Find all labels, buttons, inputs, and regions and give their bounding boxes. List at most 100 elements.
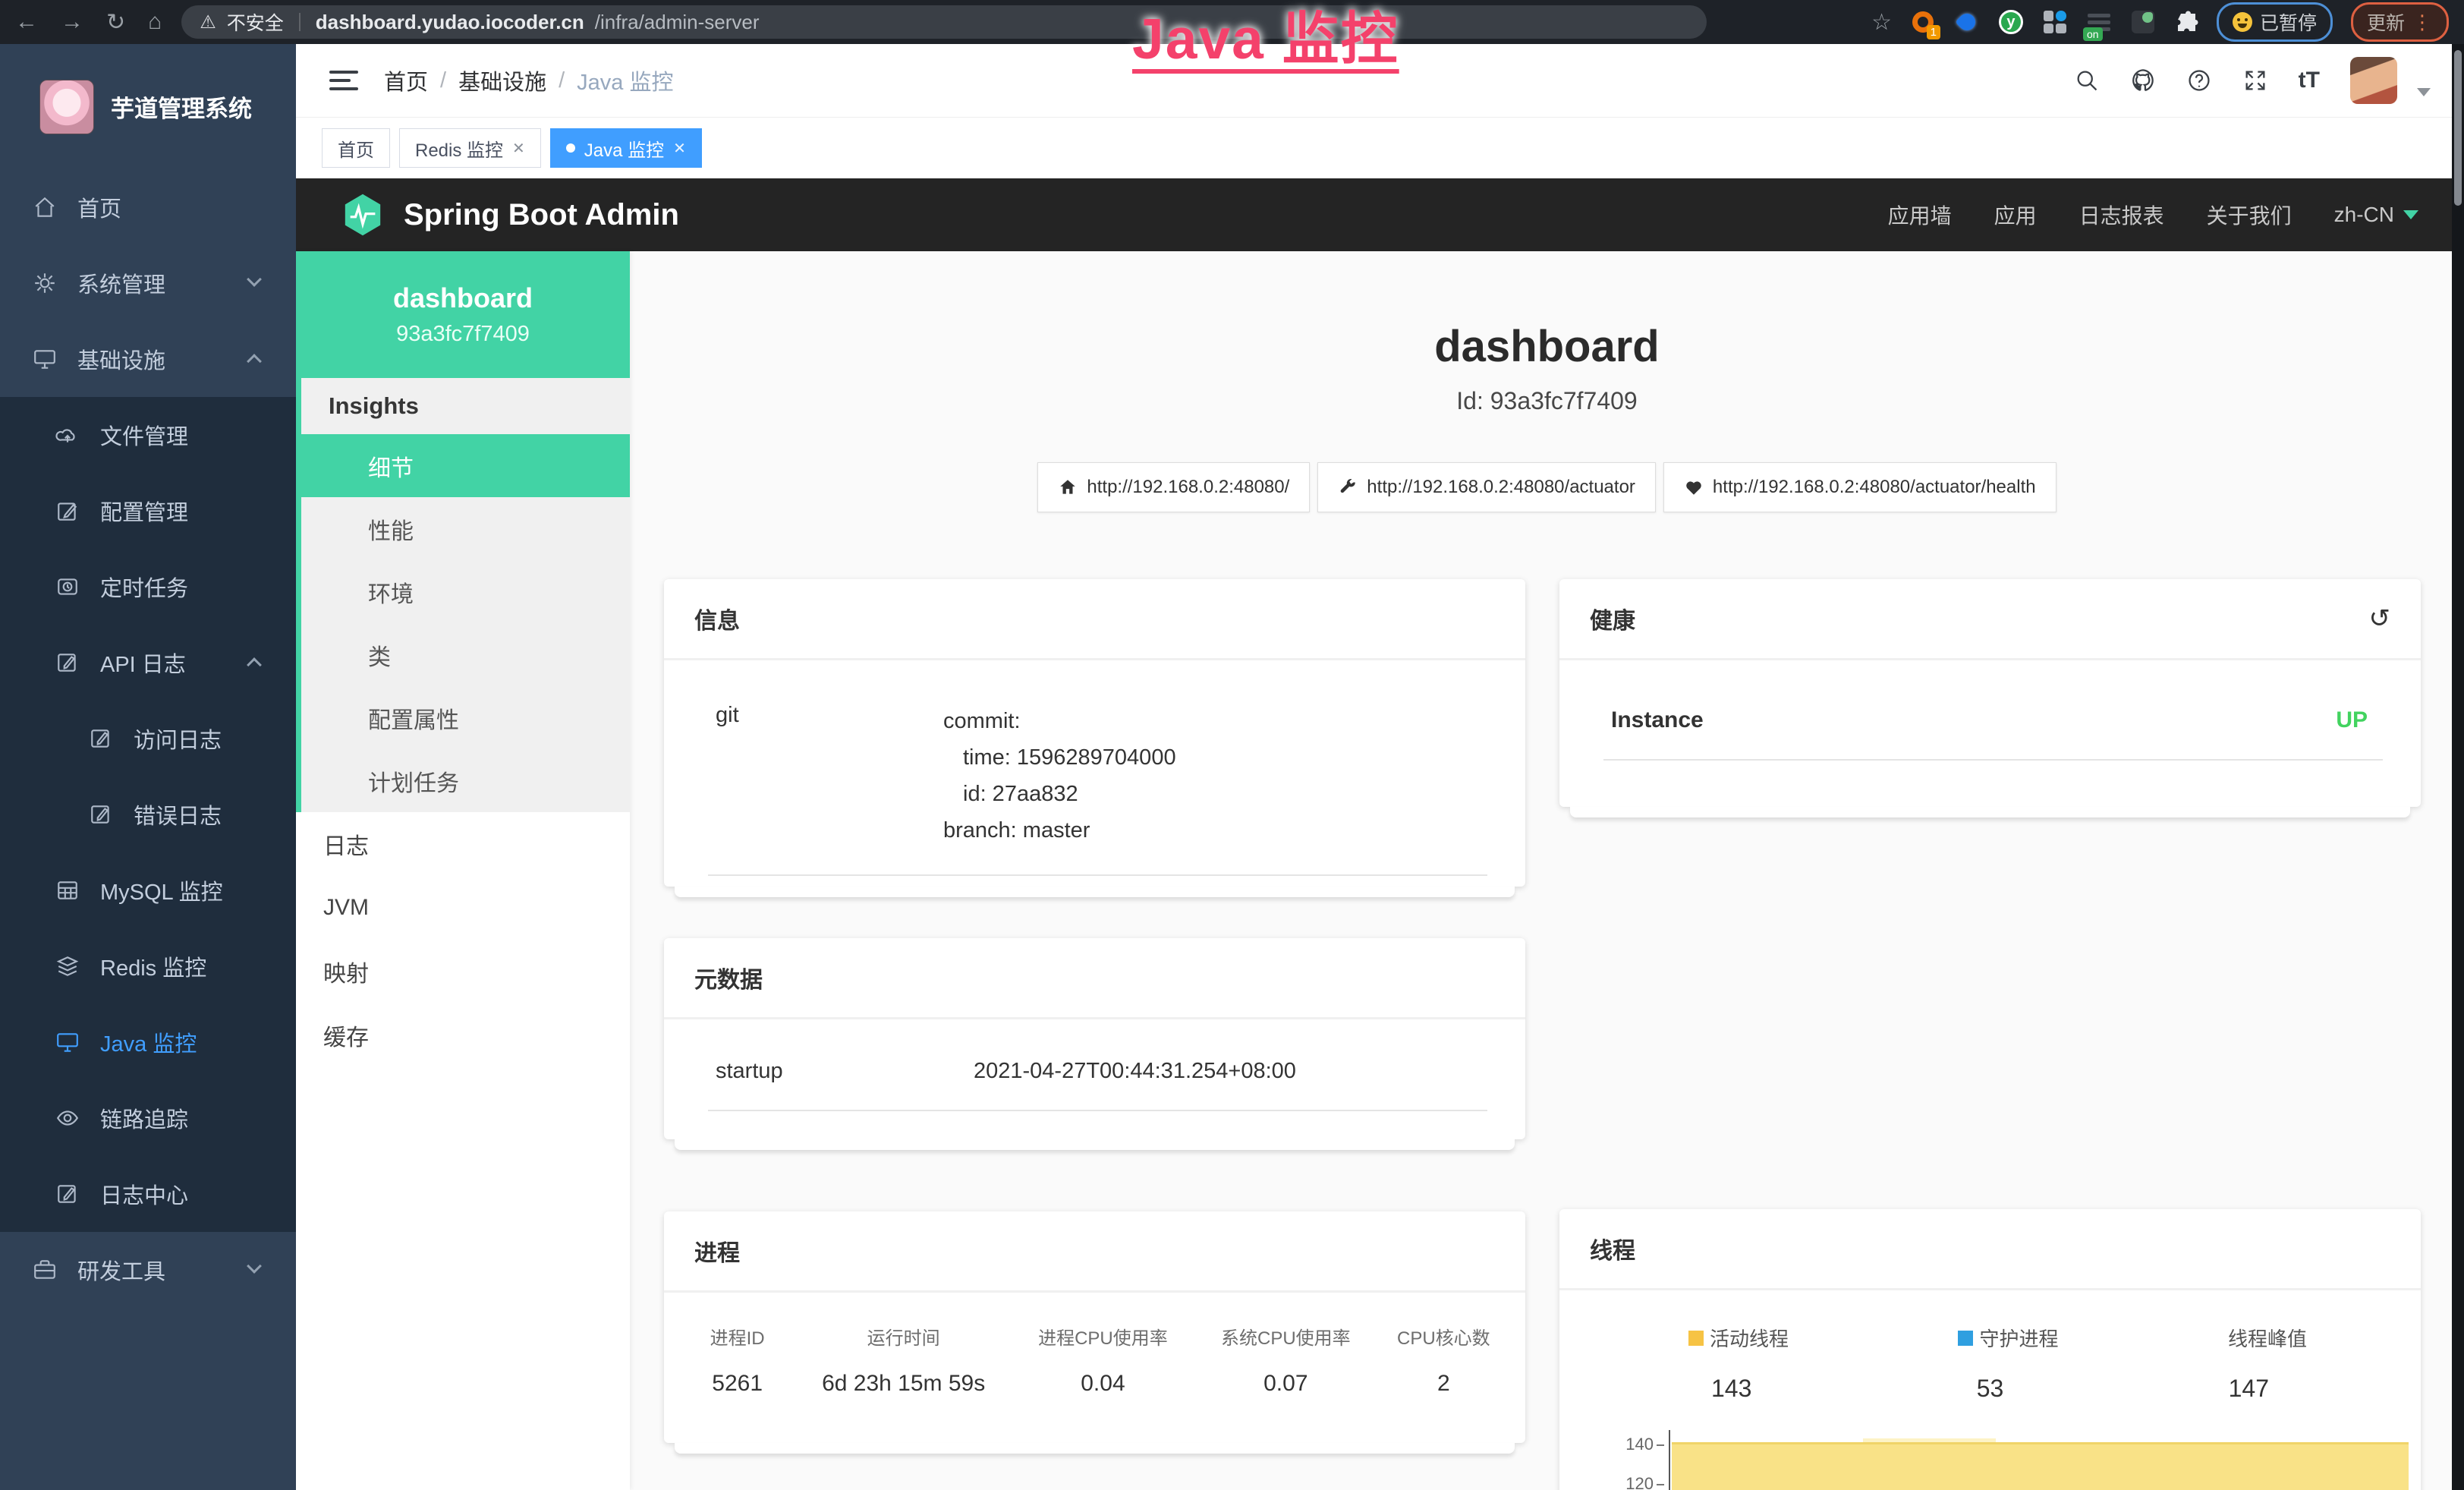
- service-url-button[interactable]: http://192.168.0.2:48080/: [1037, 462, 1310, 512]
- sidebar-item-home[interactable]: 首页: [0, 169, 296, 245]
- home-icon: [32, 195, 58, 219]
- avatar[interactable]: [2350, 57, 2397, 104]
- insights-section: Insights 细节 性能 环境 类 配置属性 计划任务: [296, 378, 630, 812]
- github-icon[interactable]: [2130, 68, 2156, 93]
- cpu-cores-value: 2: [1377, 1371, 1510, 1397]
- chart-legend: 活动线程 守护进程 线程峰值: [1559, 1290, 2421, 1352]
- chevron-down-icon[interactable]: [2417, 88, 2431, 96]
- paused-extension-pill[interactable]: 已暂停: [2217, 2, 2333, 42]
- sba-item-metrics[interactable]: 性能: [301, 497, 630, 560]
- sba-item-classes[interactable]: 类: [301, 623, 630, 686]
- extension-badge: 1: [1927, 25, 1940, 39]
- sidebar-item-system-mgmt[interactable]: 系统管理: [0, 245, 296, 321]
- forward-icon[interactable]: →: [61, 9, 83, 35]
- monitor-icon: [32, 347, 58, 371]
- row-divider: [708, 874, 1487, 876]
- page-title: dashboard: [630, 321, 2464, 372]
- sidebar-item-tracing[interactable]: 链路追踪: [0, 1080, 296, 1156]
- actuator-url-button[interactable]: http://192.168.0.2:48080/actuator: [1317, 462, 1656, 512]
- sba-item-environment[interactable]: 环境: [301, 560, 630, 623]
- address-bar[interactable]: ⚠ 不安全 dashboard.yudao.iocoder.cn /infra/…: [181, 5, 1707, 39]
- sidebar-item-file-mgmt[interactable]: 文件管理: [0, 397, 296, 473]
- extension-ring-icon[interactable]: 1: [1910, 9, 1936, 35]
- reload-icon[interactable]: ↻: [106, 9, 125, 36]
- bookmark-star-icon[interactable]: ☆: [1871, 9, 1892, 36]
- process-table: 进程ID 运行时间 进程CPU使用率 系统CPU使用率 CPU核心数 5261 …: [664, 1293, 1525, 1432]
- back-icon[interactable]: ←: [15, 9, 38, 35]
- extension-grid-icon[interactable]: [2042, 9, 2068, 35]
- tab-home[interactable]: 首页: [322, 128, 390, 168]
- sidebar-item-log-center[interactable]: 日志中心: [0, 1156, 296, 1232]
- breadcrumb-home[interactable]: 首页: [384, 65, 428, 96]
- sba-nav-about[interactable]: 关于我们: [2207, 200, 2292, 230]
- peak-threads-value: 147: [2229, 1375, 2269, 1403]
- tab-java-monitor[interactable]: Java 监控 ✕: [550, 128, 702, 168]
- sidebar-item-api-logs[interactable]: API 日志: [0, 625, 296, 701]
- browser-scrollbar[interactable]: [2452, 44, 2464, 1490]
- chevron-down-icon: [247, 272, 262, 287]
- sidebar-item-access-logs[interactable]: 访问日志: [0, 701, 296, 777]
- sba-item-caches[interactable]: 缓存: [296, 1003, 630, 1067]
- extension-list-icon[interactable]: on: [2086, 9, 2112, 35]
- log-icon: [88, 726, 114, 751]
- sidebar-item-config-mgmt[interactable]: 配置管理: [0, 473, 296, 549]
- font-size-icon[interactable]: tT: [2299, 68, 2320, 93]
- breadcrumb: 首页 / 基础设施 / Java 监控: [384, 65, 673, 96]
- url-path[interactable]: /infra/admin-server: [595, 11, 760, 34]
- threads-card: 线程 活动线程 守护进程 线程峰值 143 53 147: [1559, 1209, 2421, 1490]
- sba-item-config-props[interactable]: 配置属性: [301, 686, 630, 749]
- extension-y-icon[interactable]: y: [1998, 9, 2024, 35]
- language-selector[interactable]: zh-CN: [2334, 203, 2418, 227]
- sba-nav-applications[interactable]: 应用: [1994, 200, 2037, 230]
- sba-brand[interactable]: Spring Boot Admin: [341, 192, 679, 238]
- sidebar-item-redis-monitor[interactable]: Redis 监控: [0, 928, 296, 1004]
- sba-nav-wallboard[interactable]: 应用墙: [1888, 200, 1952, 230]
- sidebar-item-dev-tools[interactable]: 研发工具: [0, 1232, 296, 1308]
- sidebar-item-java-monitor[interactable]: Java 监控: [0, 1004, 296, 1080]
- sba-instance-header[interactable]: dashboard 93a3fc7f7409: [296, 251, 630, 378]
- home-icon[interactable]: ⌂: [148, 9, 162, 35]
- sba-item-details[interactable]: 细节: [301, 434, 630, 497]
- sidebar-item-error-logs[interactable]: 错误日志: [0, 777, 296, 852]
- metadata-key: startup: [716, 1059, 974, 1084]
- update-button[interactable]: 更新 ⋮: [2351, 2, 2449, 42]
- breadcrumb-infra[interactable]: 基础设施: [458, 65, 546, 96]
- puzzle-extensions-icon[interactable]: [2174, 10, 2198, 34]
- history-icon[interactable]: ↺: [2369, 603, 2391, 634]
- sba-item-jvm[interactable]: JVM: [296, 876, 630, 940]
- help-icon[interactable]: [2186, 68, 2212, 93]
- search-icon[interactable]: [2074, 68, 2100, 93]
- chevron-down-icon: [247, 1258, 262, 1274]
- close-icon[interactable]: ✕: [512, 139, 525, 158]
- heartbeat-icon: [1684, 477, 1704, 497]
- sba-nav-journal[interactable]: 日志报表: [2079, 200, 2164, 230]
- edit-icon: [55, 499, 80, 523]
- extension-pin-icon[interactable]: [1954, 9, 1980, 35]
- sidebar-item-scheduled-jobs[interactable]: 定时任务: [0, 549, 296, 625]
- tab-redis-monitor[interactable]: Redis 监控 ✕: [399, 128, 541, 168]
- row-divider: [708, 1110, 1487, 1111]
- layers-icon: [55, 954, 80, 978]
- sidebar-item-infrastructure[interactable]: 基础设施: [0, 321, 296, 397]
- url-host[interactable]: dashboard.yudao.iocoder.cn: [316, 11, 584, 34]
- scrollbar-thumb[interactable]: [2454, 50, 2462, 206]
- live-threads-area: [1672, 1442, 2409, 1490]
- fullscreen-icon[interactable]: [2242, 68, 2268, 93]
- chart-legend-values: 143 53 147: [1559, 1352, 2421, 1403]
- app-logo-row[interactable]: 芋道管理系统: [0, 44, 296, 169]
- table-grid-icon: [55, 878, 80, 903]
- close-icon[interactable]: ✕: [673, 139, 686, 158]
- health-url-button[interactable]: http://192.168.0.2:48080/actuator/health: [1663, 462, 2056, 512]
- sba-item-logs[interactable]: 日志: [296, 812, 630, 876]
- sba-item-scheduled-tasks[interactable]: 计划任务: [301, 749, 630, 812]
- sba-main: dashboard Id: 93a3fc7f7409 http://192.16…: [630, 251, 2464, 1490]
- sba-item-mappings[interactable]: 映射: [296, 940, 630, 1003]
- chart-y-axis: 140 120 100: [1605, 1430, 1666, 1490]
- extension-leaf-icon[interactable]: [2130, 9, 2156, 35]
- instance-name: dashboard: [393, 282, 533, 314]
- info-key: git: [716, 703, 943, 849]
- sidebar-item-mysql-monitor[interactable]: MySQL 监控: [0, 852, 296, 928]
- kebab-menu-icon[interactable]: ⋮: [2412, 11, 2433, 34]
- security-label[interactable]: 不安全: [227, 8, 284, 36]
- collapse-menu-icon[interactable]: [329, 65, 358, 96]
